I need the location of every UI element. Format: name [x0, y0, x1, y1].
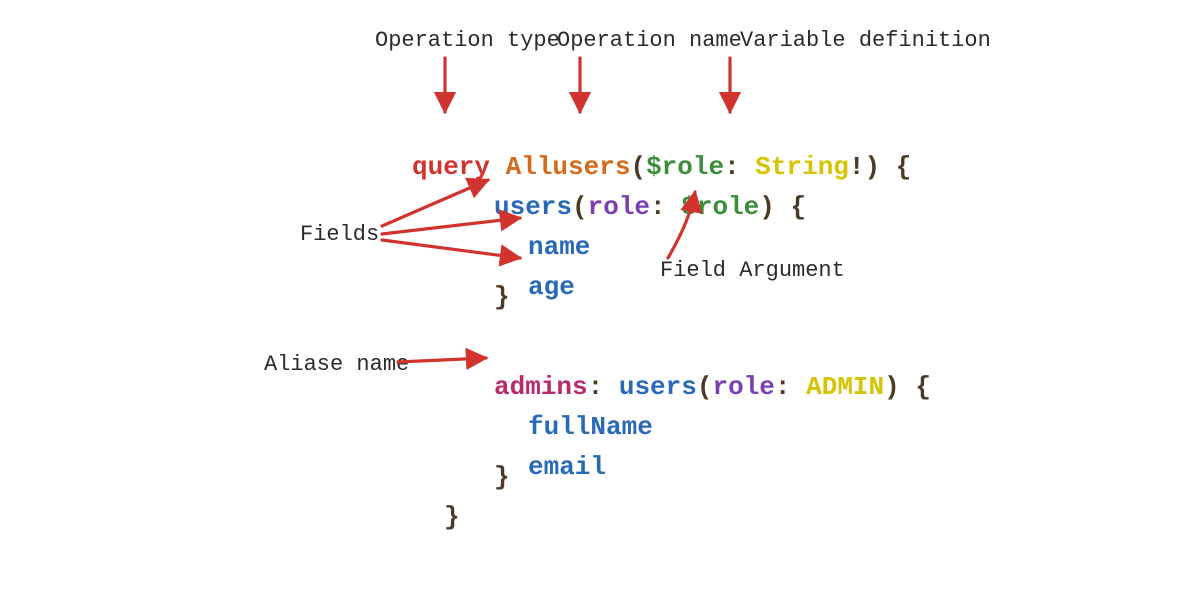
arrow-fields-to-age — [382, 240, 520, 258]
token-nonnull-bang: ! — [849, 152, 865, 182]
token-argument-variable: $role — [681, 192, 759, 222]
token-colon: : — [775, 372, 806, 402]
token-argument-key: role — [588, 192, 650, 222]
arrows-layer — [0, 0, 1200, 600]
label-variable-definition: Variable definition — [740, 28, 991, 53]
label-fields: Fields — [300, 222, 379, 247]
token-paren-close: ) — [884, 372, 900, 402]
token-field-email: email — [528, 452, 606, 482]
token-brace-open: { — [880, 152, 911, 182]
token-brace-open: { — [775, 192, 806, 222]
token-paren-close: ) — [865, 152, 881, 182]
token-brace-open: { — [900, 372, 931, 402]
label-field-argument: Field Argument — [660, 258, 845, 283]
label-operation-name: Operation name — [557, 28, 742, 53]
code-line-8: email — [528, 422, 606, 482]
arrow-alias-name — [398, 358, 486, 362]
token-argument-key: role — [712, 372, 774, 402]
code-line-4: age — [528, 242, 575, 302]
arrow-fields-to-users — [382, 180, 488, 226]
code-line-5: } — [494, 282, 510, 312]
diagram-stage: Operation type Operation name Variable d… — [0, 0, 1200, 600]
token-enum-value: ADMIN — [806, 372, 884, 402]
token-paren-close: ) — [759, 192, 775, 222]
token-colon: : — [650, 192, 681, 222]
token-paren-open: ( — [697, 372, 713, 402]
code-line-10: } — [444, 502, 460, 532]
code-line-9: } — [494, 462, 510, 492]
label-operation-type: Operation type — [375, 28, 560, 53]
token-field-age: age — [528, 272, 575, 302]
label-alias-name: Aliase name — [264, 352, 409, 377]
token-operation-type: query — [412, 152, 490, 182]
